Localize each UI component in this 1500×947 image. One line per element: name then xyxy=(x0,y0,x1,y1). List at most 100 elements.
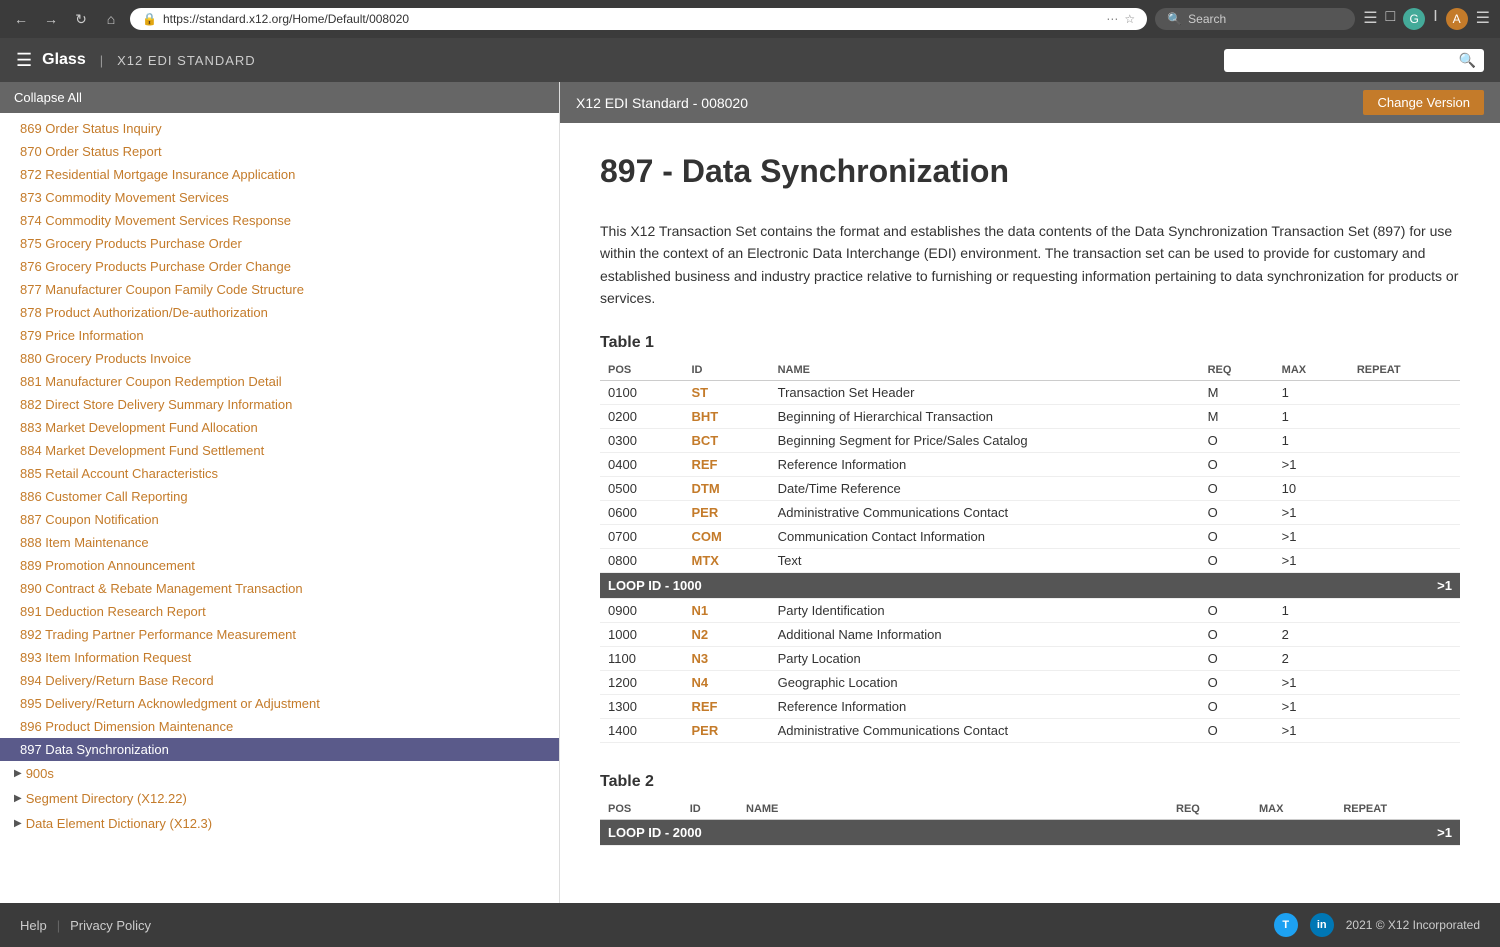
cell-id[interactable]: REF xyxy=(683,452,769,476)
sidebar-section-900[interactable]: ▶ 900s xyxy=(0,761,559,786)
address-bar[interactable]: 🔒 https://standard.x12.org/Home/Default/… xyxy=(130,8,1147,30)
browser-icons: ☰ □ G I A ☰ xyxy=(1363,8,1490,30)
cell-name: Date/Time Reference xyxy=(770,476,1200,500)
cell-id[interactable]: PER xyxy=(683,500,769,524)
sidebar-item-870[interactable]: 870 Order Status Report xyxy=(0,140,559,163)
cell-repeat xyxy=(1349,452,1460,476)
sidebar-item-888[interactable]: 888 Item Maintenance xyxy=(0,531,559,554)
cell-req: O xyxy=(1200,718,1274,742)
doc-title: 897 - Data Synchronization xyxy=(600,153,1460,190)
sidebar-item-883[interactable]: 883 Market Development Fund Allocation xyxy=(0,416,559,439)
table1: POS ID NAME REQ MAX REPEAT 0100 ST Trans… xyxy=(600,360,1460,743)
home-button[interactable]: ⌂ xyxy=(100,8,122,30)
sidebar-item-892[interactable]: 892 Trading Partner Performance Measurem… xyxy=(0,623,559,646)
sidebar: Collapse All 869 Order Status Inquiry 87… xyxy=(0,82,560,903)
cell-pos: 0100 xyxy=(600,380,683,404)
sidebar-item-872[interactable]: 872 Residential Mortgage Insurance Appli… xyxy=(0,163,559,186)
library-icon[interactable]: ☰ xyxy=(1363,8,1377,30)
sidebar-item-886[interactable]: 886 Customer Call Reporting xyxy=(0,485,559,508)
profile-icon[interactable]: A xyxy=(1446,8,1468,30)
app-search-input[interactable] xyxy=(1224,49,1484,72)
cell-id[interactable]: MTX xyxy=(683,548,769,572)
sidebar-item-891[interactable]: 891 Deduction Research Report xyxy=(0,600,559,623)
cell-id[interactable]: N2 xyxy=(683,622,769,646)
twitter-icon[interactable]: T xyxy=(1274,913,1298,937)
cell-name: Administrative Communications Contact xyxy=(770,500,1200,524)
sidebar-item-882[interactable]: 882 Direct Store Delivery Summary Inform… xyxy=(0,393,559,416)
cell-max: 1 xyxy=(1274,428,1349,452)
menu-icon[interactable]: ☰ xyxy=(1476,8,1490,30)
change-version-button[interactable]: Change Version xyxy=(1363,90,1484,115)
cell-id[interactable]: BCT xyxy=(683,428,769,452)
sidebar-item-884[interactable]: 884 Market Development Fund Settlement xyxy=(0,439,559,462)
sidebar-item-879[interactable]: 879 Price Information xyxy=(0,324,559,347)
cell-id[interactable]: ST xyxy=(683,380,769,404)
sidebar-item-885[interactable]: 885 Retail Account Characteristics xyxy=(0,462,559,485)
sidebar-item-881[interactable]: 881 Manufacturer Coupon Redemption Detai… xyxy=(0,370,559,393)
copyright-text: 2021 © X12 Incorporated xyxy=(1346,918,1480,932)
cell-req: O xyxy=(1200,646,1274,670)
sidebar-item-890[interactable]: 890 Contract & Rebate Management Transac… xyxy=(0,577,559,600)
sidebar-item-878[interactable]: 878 Product Authorization/De-authorizati… xyxy=(0,301,559,324)
tabs-icon[interactable]: □ xyxy=(1386,8,1396,30)
cell-req: O xyxy=(1200,622,1274,646)
reload-button[interactable]: ↻ xyxy=(70,8,92,30)
cell-id[interactable]: DTM xyxy=(683,476,769,500)
cell-id[interactable]: PER xyxy=(683,718,769,742)
browser-chrome: ← → ↻ ⌂ 🔒 https://standard.x12.org/Home/… xyxy=(0,0,1500,38)
table2-title: Table 2 xyxy=(600,773,1460,791)
cell-pos: 0900 xyxy=(600,598,683,622)
sidebar-section-segment[interactable]: ▶ Segment Directory (X12.22) xyxy=(0,786,559,811)
sidebar-item-896[interactable]: 896 Product Dimension Maintenance xyxy=(0,715,559,738)
cell-id[interactable]: BHT xyxy=(683,404,769,428)
cell-id[interactable]: N3 xyxy=(683,646,769,670)
table1-title: Table 1 xyxy=(600,334,1460,352)
privacy-link[interactable]: Privacy Policy xyxy=(70,918,151,933)
ellipsis-icon: ⋯ xyxy=(1106,12,1118,26)
cell-max: >1 xyxy=(1274,500,1349,524)
cell-max: >1 xyxy=(1274,670,1349,694)
loop-label: LOOP ID - 1000 xyxy=(600,572,1349,598)
cell-pos: 1200 xyxy=(600,670,683,694)
sidebar-section-data[interactable]: ▶ Data Element Dictionary (X12.3) xyxy=(0,811,559,836)
cell-repeat xyxy=(1349,718,1460,742)
cell-repeat xyxy=(1349,548,1460,572)
sidebar-collapse-header[interactable]: Collapse All xyxy=(0,82,559,113)
col2-id: ID xyxy=(682,799,738,820)
footer-left: Help | Privacy Policy xyxy=(20,918,151,933)
cell-repeat xyxy=(1349,646,1460,670)
hamburger-icon[interactable]: ☰ xyxy=(16,50,32,71)
cell-req: M xyxy=(1200,404,1274,428)
back-button[interactable]: ← xyxy=(10,8,32,30)
cell-id[interactable]: COM xyxy=(683,524,769,548)
browser-search-bar[interactable]: 🔍 Search xyxy=(1155,8,1355,30)
sidebar-item-894[interactable]: 894 Delivery/Return Base Record xyxy=(0,669,559,692)
sidebar-item-893[interactable]: 893 Item Information Request xyxy=(0,646,559,669)
cell-id[interactable]: REF xyxy=(683,694,769,718)
linkedin-icon[interactable]: in xyxy=(1310,913,1334,937)
sidebar-item-897[interactable]: 897 Data Synchronization xyxy=(0,738,559,761)
forward-button[interactable]: → xyxy=(40,8,62,30)
account-icon[interactable]: G xyxy=(1403,8,1425,30)
footer: Help | Privacy Policy T in 2021 © X12 In… xyxy=(0,903,1500,947)
cell-repeat xyxy=(1349,694,1460,718)
sidebar-item-895[interactable]: 895 Delivery/Return Acknowledgment or Ad… xyxy=(0,692,559,715)
user-icon[interactable]: I xyxy=(1433,8,1437,30)
sidebar-item-887[interactable]: 887 Coupon Notification xyxy=(0,508,559,531)
help-link[interactable]: Help xyxy=(20,918,47,933)
loop-row-1000: LOOP ID - 1000 >1 xyxy=(600,572,1460,598)
sidebar-item-874[interactable]: 874 Commodity Movement Services Response xyxy=(0,209,559,232)
sidebar-item-877[interactable]: 877 Manufacturer Coupon Family Code Stru… xyxy=(0,278,559,301)
cell-max: >1 xyxy=(1274,524,1349,548)
sidebar-item-889[interactable]: 889 Promotion Announcement xyxy=(0,554,559,577)
sidebar-item-869[interactable]: 869 Order Status Inquiry xyxy=(0,117,559,140)
sidebar-item-880[interactable]: 880 Grocery Products Invoice xyxy=(0,347,559,370)
col-id: ID xyxy=(683,360,769,381)
sidebar-item-875[interactable]: 875 Grocery Products Purchase Order xyxy=(0,232,559,255)
app-search-container: 🔍 xyxy=(1224,49,1484,72)
cell-id[interactable]: N4 xyxy=(683,670,769,694)
sidebar-item-873[interactable]: 873 Commodity Movement Services xyxy=(0,186,559,209)
content-area: X12 EDI Standard - 008020 Change Version… xyxy=(560,82,1500,903)
cell-id[interactable]: N1 xyxy=(683,598,769,622)
sidebar-item-876[interactable]: 876 Grocery Products Purchase Order Chan… xyxy=(0,255,559,278)
